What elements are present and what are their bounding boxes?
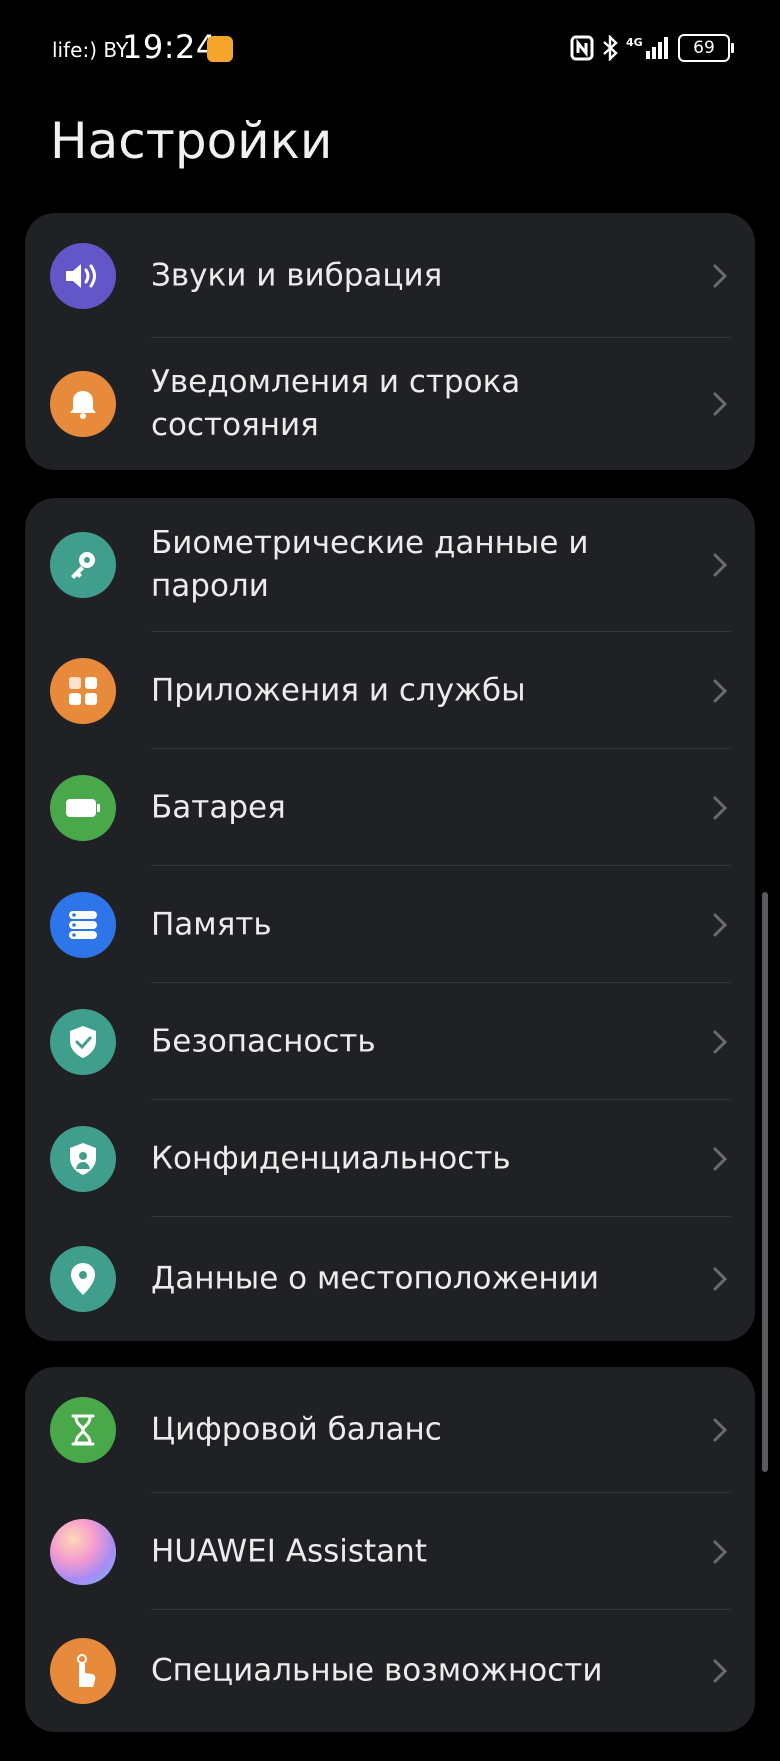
settings-item-huawei-assistant[interactable]: HUAWEI Assistant [25, 1493, 755, 1610]
bluetooth-icon [603, 35, 618, 61]
settings-item-label: Цифровой баланс [151, 1411, 442, 1448]
battery-indicator: 69 [678, 34, 734, 62]
settings-item-security[interactable]: Безопасность [25, 983, 755, 1100]
accessibility-hand-icon [50, 1638, 116, 1704]
settings-item-privacy[interactable]: Конфиденциальность [25, 1100, 755, 1217]
location-pin-icon [50, 1246, 116, 1312]
battery-icon [50, 774, 116, 841]
svg-text:4G: 4G [626, 36, 643, 49]
chevron-right-icon [713, 1030, 728, 1053]
apps-grid-icon [50, 657, 116, 724]
bell-icon [50, 371, 116, 437]
carrier-label: life:) BY [52, 38, 129, 62]
storage-icon [50, 891, 116, 958]
status-time: 19:24 [122, 28, 217, 66]
chevron-right-icon [713, 913, 728, 936]
settings-item-label: Приложения и службы [151, 672, 526, 708]
status-bar: life:) BY 19:24 4G 69 [0, 0, 780, 96]
speaker-icon [50, 242, 116, 309]
chevron-right-icon [713, 1540, 728, 1563]
settings-item-battery[interactable]: Батарея [25, 749, 755, 866]
settings-item-accessibility[interactable]: Специальные возможности [25, 1610, 755, 1732]
chevron-right-icon [713, 1267, 728, 1291]
chevron-right-icon [713, 679, 728, 702]
chevron-right-icon [713, 392, 728, 416]
settings-group-1: Звуки и вибрация Уведомления и строка со… [25, 213, 755, 470]
chevron-right-icon [713, 553, 728, 577]
settings-item-label: Специальные возможности [151, 1652, 603, 1689]
settings-item-label: Биометрические данные и пароли [151, 525, 589, 604]
hourglass-icon [50, 1397, 116, 1463]
huawei-assistant-icon [50, 1518, 116, 1585]
settings-item-label: Память [151, 906, 272, 942]
settings-item-label: Уведомления и строка состояния [151, 364, 521, 443]
settings-item-biometrics[interactable]: Биометрические данные и пароли [25, 498, 755, 632]
settings-item-digital-balance[interactable]: Цифровой баланс [25, 1367, 755, 1493]
page-title: Настройки [50, 112, 333, 170]
shield-check-icon [50, 1008, 116, 1075]
notification-app-icon [207, 36, 233, 62]
settings-item-location[interactable]: Данные о местоположении [25, 1217, 755, 1341]
status-icons: 4G 69 [570, 34, 734, 62]
settings-item-notifications[interactable]: Уведомления и строка состояния [25, 338, 755, 470]
chevron-right-icon [713, 1418, 728, 1442]
settings-group-2: Биометрические данные и пароли Приложени… [25, 498, 755, 1341]
chevron-right-icon [713, 264, 728, 287]
nfc-icon [570, 35, 594, 61]
settings-item-label: Конфиденциальность [151, 1140, 511, 1176]
settings-item-label: Данные о местоположении [151, 1260, 600, 1297]
settings-item-label: Звуки и вибрация [151, 257, 443, 293]
settings-item-label: Батарея [151, 789, 286, 825]
privacy-shield-icon [50, 1125, 116, 1192]
settings-item-storage[interactable]: Память [25, 866, 755, 983]
settings-item-apps[interactable]: Приложения и службы [25, 632, 755, 749]
signal-4g-icon: 4G [626, 36, 668, 59]
key-icon [50, 532, 116, 598]
scrollbar[interactable] [762, 892, 768, 1472]
settings-item-label: HUAWEI Assistant [151, 1533, 427, 1569]
settings-group-3: Цифровой баланс HUAWEI Assistant Специал… [25, 1367, 755, 1732]
chevron-right-icon [713, 1659, 728, 1683]
settings-item-label: Безопасность [151, 1023, 376, 1059]
chevron-right-icon [713, 796, 728, 819]
chevron-right-icon [713, 1147, 728, 1170]
settings-item-sounds[interactable]: Звуки и вибрация [25, 213, 755, 338]
